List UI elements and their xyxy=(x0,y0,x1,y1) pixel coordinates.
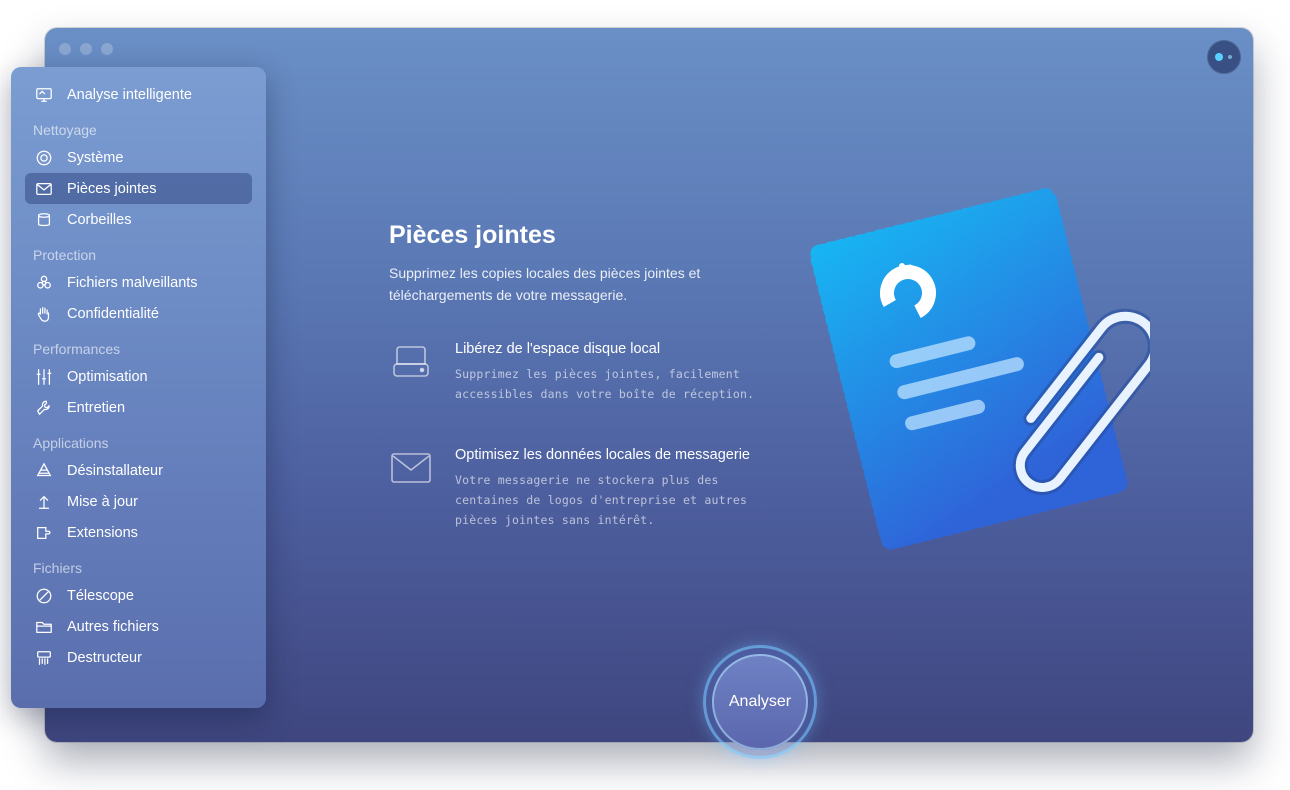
feature-description: Supprimez les pièces jointes, facilement… xyxy=(455,367,755,401)
sidebar-item-label: Autres fichiers xyxy=(67,618,159,635)
page-subtitle: Supprimez les copies locales des pièces … xyxy=(389,265,701,303)
folder-icon xyxy=(34,617,54,637)
sidebar-item-label: Désinstallateur xyxy=(67,462,163,479)
sidebar: Analyse intelligente Nettoyage Système P… xyxy=(11,67,266,708)
attachment-stamp-illustration xyxy=(800,180,1163,560)
feature-title: Optimisez les données locales de message… xyxy=(455,447,750,463)
sidebar-item-label: Mise à jour xyxy=(67,493,138,510)
shredder-icon xyxy=(34,648,54,668)
sidebar-item-mise-a-jour[interactable]: Mise à jour xyxy=(25,486,252,517)
sidebar-item-label: Fichiers malveillants xyxy=(67,274,198,291)
assistant-button[interactable] xyxy=(1207,40,1241,74)
scan-button[interactable]: Analyser xyxy=(712,654,808,750)
lens-icon xyxy=(34,586,54,606)
sidebar-item-label: Analyse intelligente xyxy=(67,86,192,103)
trash-bin-icon xyxy=(34,210,54,230)
feature-title: Libérez de l'espace disque local xyxy=(455,341,661,357)
sidebar-item-autres-fichiers[interactable]: Autres fichiers xyxy=(25,611,252,642)
sidebar-item-label: Télescope xyxy=(67,587,134,604)
sidebar-item-destructeur[interactable]: Destructeur xyxy=(25,642,252,673)
uninstaller-icon xyxy=(34,461,54,481)
mail-icon xyxy=(34,179,54,199)
biohazard-icon xyxy=(34,273,54,293)
sidebar-item-label: Destructeur xyxy=(67,649,142,666)
envelope-icon xyxy=(389,448,433,492)
hand-icon xyxy=(34,304,54,324)
sliders-icon xyxy=(34,367,54,387)
sidebar-item-label: Entretien xyxy=(67,399,126,416)
sidebar-item-analyse-intelligente[interactable]: Analyse intelligente xyxy=(25,79,252,110)
minimize-window-button[interactable] xyxy=(80,43,92,55)
section-heading-performances: Performances xyxy=(33,341,121,357)
sidebar-item-extensions[interactable]: Extensions xyxy=(25,517,252,548)
page-title: Pièces jointes xyxy=(389,221,556,249)
sidebar-item-label: Extensions xyxy=(67,524,138,541)
extension-icon xyxy=(34,523,54,543)
section-heading-fichiers: Fichiers xyxy=(33,560,83,576)
sidebar-item-pieces-jointes[interactable]: Pièces jointes xyxy=(25,173,252,204)
sidebar-item-desinstallateur[interactable]: Désinstallateur xyxy=(25,455,252,486)
disk-drive-icon xyxy=(389,340,433,384)
sidebar-item-corbeilles[interactable]: Corbeilles xyxy=(25,204,252,235)
section-heading-nettoyage: Nettoyage xyxy=(33,122,97,138)
monitor-icon xyxy=(34,85,54,105)
close-window-button[interactable] xyxy=(59,43,71,55)
sidebar-item-label: Système xyxy=(67,149,124,166)
sidebar-item-label: Pièces jointes xyxy=(67,180,157,197)
sidebar-item-telescope[interactable]: Télescope xyxy=(25,580,252,611)
sidebar-item-label: Optimisation xyxy=(67,368,148,385)
system-icon xyxy=(34,148,54,168)
sidebar-item-label: Confidentialité xyxy=(67,305,159,322)
wrench-icon xyxy=(34,398,54,418)
sidebar-item-entretien[interactable]: Entretien xyxy=(25,392,252,423)
zoom-window-button[interactable] xyxy=(101,43,113,55)
sidebar-item-fichiers-malveillants[interactable]: Fichiers malveillants xyxy=(25,267,252,298)
sidebar-item-systeme[interactable]: Système xyxy=(25,142,252,173)
update-arrow-icon xyxy=(34,492,54,512)
sidebar-item-label: Corbeilles xyxy=(67,211,132,228)
sidebar-item-optimisation[interactable]: Optimisation xyxy=(25,361,252,392)
section-heading-applications: Applications xyxy=(33,435,109,451)
feature-description: Votre messagerie ne stockera plus des ce… xyxy=(455,473,748,527)
sidebar-item-confidentialite[interactable]: Confidentialité xyxy=(25,298,252,329)
window-controls xyxy=(59,43,113,55)
section-heading-protection: Protection xyxy=(33,247,97,263)
